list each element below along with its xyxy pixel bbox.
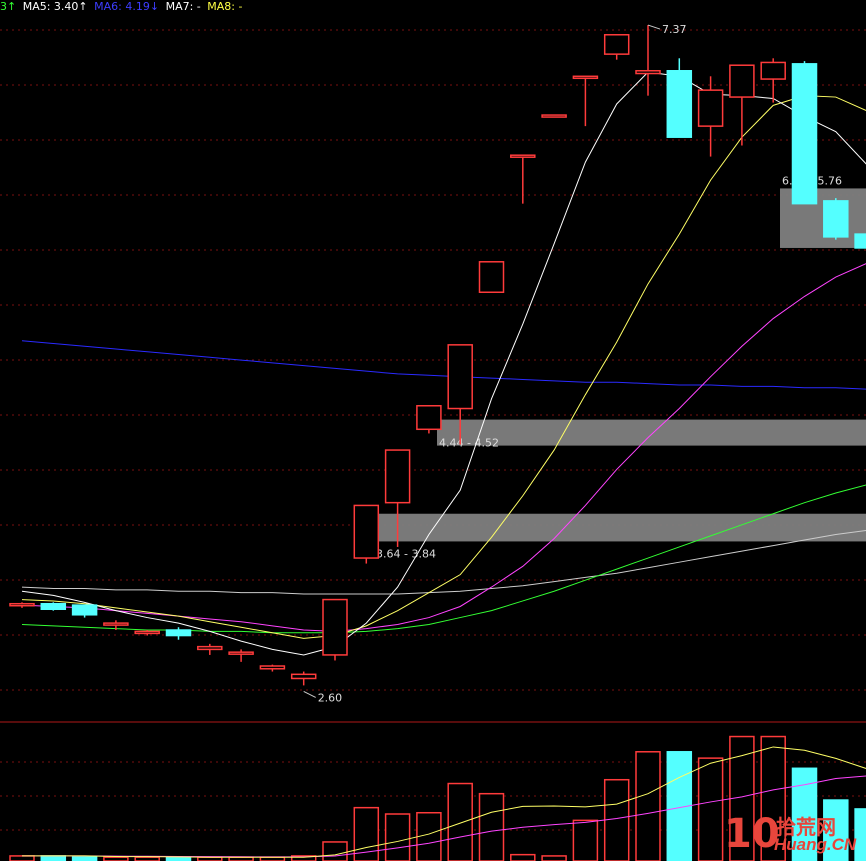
low-label: 2.60 [318,691,343,704]
candle-body [384,449,411,504]
ma10-line [21,95,866,639]
candle-body [729,64,755,98]
candle-body [165,629,192,637]
candle-body [9,602,35,607]
volume-bar [541,855,567,861]
volume-bar [447,782,473,861]
price-zone [437,419,866,446]
site-watermark: 10 拾荒网 Huang.CN [724,809,864,859]
candle-body [416,405,442,431]
volume-bar [416,811,442,861]
zone-label: 3.64 - 3.84 [376,547,436,560]
candle-body [353,504,380,559]
candle-body [259,665,286,670]
zone-label: 4.44 - 4.52 [439,437,499,450]
high-label: 7.37 [662,23,687,36]
candle-body [760,61,786,80]
volume-bar [384,813,411,861]
candle-body [697,89,724,127]
volume-bar [322,841,348,861]
candle-body [134,630,160,635]
ma250-line [21,340,866,390]
volume-bar [165,856,192,861]
volume-bar [197,856,223,861]
candle-body [666,70,693,138]
ma5-line [21,71,866,656]
candle-body [572,75,599,80]
candle-body [635,70,661,75]
candle-body [290,673,317,680]
volume-bar [572,819,599,861]
candle-body [197,645,223,651]
volume-bar [9,855,35,861]
candle-body [103,622,129,626]
candle-body [478,261,505,293]
low-marker [303,690,316,698]
candlestick-chart[interactable]: 4.44 - 4.523.64 - 3.846.19 - 5.767.372.6… [0,0,866,861]
volume-bar [259,856,286,861]
ma60-line [21,484,866,634]
volume-bar [603,778,630,861]
candle-body [322,598,348,656]
high-marker [647,24,661,30]
candle-body [71,604,98,616]
candle-body [447,344,473,410]
candle-body [854,233,866,249]
volume-bar [510,853,536,861]
volume-bar [40,855,67,861]
volume-bar [635,751,661,861]
watermark-en: Huang.CN [774,835,857,854]
candle-body [228,651,254,655]
candle-body [510,154,536,158]
candle-body [791,63,818,205]
candle-body [603,34,630,55]
volume-bar [697,757,724,861]
candle-body [823,200,849,238]
volume-bar [228,856,254,861]
volume-bar [134,856,160,861]
price-zone [374,513,866,542]
watermark-number: 10 [724,811,780,857]
volume-bar [478,792,505,861]
candle-body [541,114,567,118]
volume-bar [71,856,98,861]
volume-bar [103,856,129,861]
candle-body [40,602,67,611]
